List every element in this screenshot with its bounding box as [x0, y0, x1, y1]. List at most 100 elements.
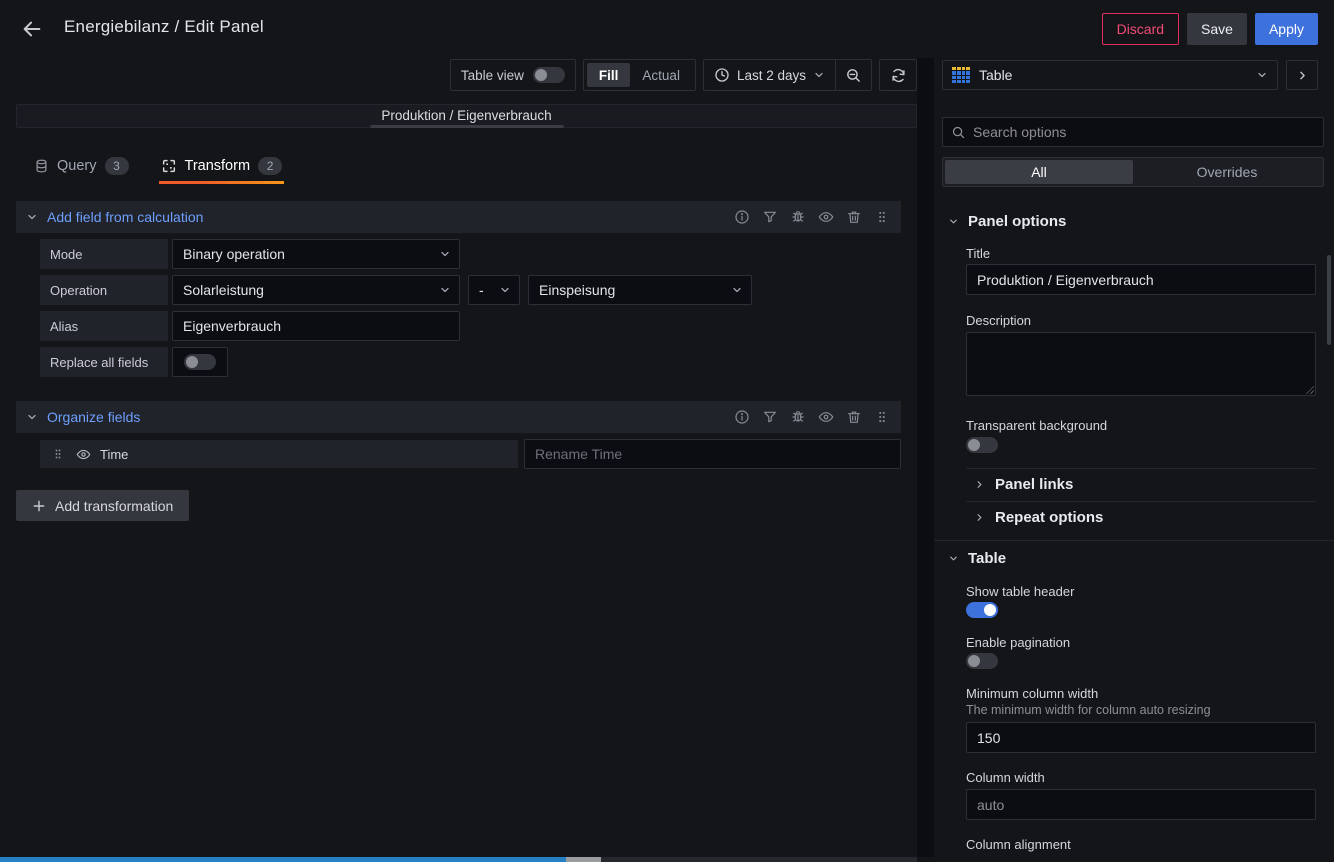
zoom-out-time-button[interactable] — [835, 60, 871, 90]
search-options-input[interactable] — [973, 124, 1315, 140]
table-view-toggle[interactable] — [533, 67, 565, 83]
transform-section-calc: Add field from calculation — [16, 201, 901, 233]
mode-label: Mode — [40, 239, 168, 269]
refresh-button[interactable] — [879, 59, 917, 91]
panel-preview[interactable]: Produktion / Eigenverbrauch — [16, 104, 917, 128]
add-transformation-button[interactable]: Add transformation — [16, 490, 189, 521]
top-bar: Energiebilanz / Edit Panel Discard Save … — [0, 0, 1334, 58]
repeat-options-section[interactable]: Repeat options — [974, 509, 1103, 526]
filter-overrides-tab[interactable]: Overrides — [1133, 160, 1321, 184]
apply-button[interactable]: Apply — [1255, 13, 1318, 45]
clock-icon — [714, 67, 730, 83]
transform-section-organize: Organize fields — [16, 401, 901, 433]
show-table-header-toggle[interactable] — [966, 602, 998, 618]
mode-select[interactable]: Binary operation — [172, 239, 460, 269]
alias-input[interactable] — [172, 311, 460, 341]
drag-handle-icon[interactable] — [874, 209, 890, 225]
save-button[interactable]: Save — [1187, 13, 1247, 45]
tab-transform-label: Transform — [185, 158, 251, 174]
trash-icon[interactable] — [846, 209, 862, 225]
visualization-name: Table — [979, 67, 1247, 83]
time-range-group: Last 2 days — [703, 59, 872, 91]
transparent-background-label: Transparent background — [966, 418, 1107, 433]
header-actions: Discard Save Apply — [1102, 13, 1318, 45]
drag-handle-icon[interactable] — [874, 409, 890, 425]
column-width-label: Column width — [966, 770, 1045, 785]
chevron-right-icon — [974, 479, 985, 490]
filter-icon[interactable] — [762, 209, 778, 225]
plus-icon — [32, 499, 46, 513]
chevron-down-icon[interactable] — [26, 411, 38, 423]
drag-handle-icon[interactable] — [50, 446, 66, 462]
time-range-picker[interactable]: Last 2 days — [704, 60, 835, 90]
chevron-right-icon — [1296, 69, 1309, 82]
bottom-resize-bar[interactable] — [0, 857, 566, 862]
options-filter-segmented: All Overrides — [942, 157, 1324, 187]
chevron-down-icon — [813, 69, 825, 81]
replace-all-fields-label: Replace all fields — [40, 347, 168, 377]
table-view-toggle-group: Table view — [450, 59, 576, 91]
collapse-options-pane-button[interactable] — [1286, 60, 1318, 90]
operator-select[interactable]: - — [468, 275, 520, 305]
filter-icon[interactable] — [762, 409, 778, 425]
chevron-down-icon — [731, 284, 743, 296]
info-icon[interactable] — [734, 409, 750, 425]
enable-pagination-label: Enable pagination — [966, 635, 1070, 650]
bug-debug-icon[interactable] — [790, 409, 806, 425]
panel-options-section-header[interactable]: Panel options — [948, 213, 1066, 230]
tab-transform-count-badge: 2 — [258, 157, 282, 175]
trash-icon[interactable] — [846, 409, 862, 425]
rename-field-input[interactable] — [524, 439, 901, 469]
panel-links-section[interactable]: Panel links — [974, 476, 1073, 493]
bottom-scrollbar-thumb[interactable] — [566, 857, 601, 862]
replace-all-fields-toggle-box — [172, 347, 228, 377]
replace-all-fields-toggle[interactable] — [184, 354, 216, 370]
transform-calc-title[interactable]: Add field from calculation — [47, 209, 734, 225]
grafana-edit-panel-screen: Energiebilanz / Edit Panel Discard Save … — [0, 0, 1334, 862]
transparent-background-toggle[interactable] — [966, 437, 998, 453]
tab-transform[interactable]: Transform 2 — [159, 148, 285, 184]
description-label: Description — [966, 313, 1031, 328]
arrow-left-icon — [21, 18, 43, 40]
column-alignment-label: Column alignment — [966, 837, 1071, 852]
tab-query-label: Query — [57, 158, 97, 174]
fill-option[interactable]: Fill — [587, 63, 631, 87]
transform-organize-actions — [734, 409, 890, 425]
tab-query[interactable]: Query 3 — [32, 148, 131, 184]
min-column-width-input[interactable] — [966, 722, 1316, 753]
filter-all-tab[interactable]: All — [945, 160, 1133, 184]
bug-debug-icon[interactable] — [790, 209, 806, 225]
column-width-input[interactable] — [966, 789, 1316, 820]
info-icon[interactable] — [734, 209, 750, 225]
visualization-select[interactable]: Table — [942, 60, 1278, 90]
pane-divider[interactable] — [917, 58, 934, 857]
chevron-down-icon[interactable] — [26, 211, 38, 223]
operation-label: Operation — [40, 275, 168, 305]
eye-preview-icon[interactable] — [818, 409, 834, 425]
back-button[interactable] — [18, 15, 46, 43]
chevron-down-icon — [499, 284, 511, 296]
editor-tabs: Query 3 Transform 2 — [0, 148, 917, 184]
page-title: Energiebilanz / Edit Panel — [64, 17, 264, 37]
transform-icon — [161, 158, 177, 174]
field-name: Time — [100, 447, 128, 462]
sidebar-scrollbar[interactable] — [1327, 255, 1331, 345]
field-row-time: Time — [40, 440, 518, 468]
refresh-icon — [890, 67, 907, 84]
panel-description-textarea[interactable] — [966, 332, 1316, 396]
bottom-scrollbar-track[interactable] — [601, 857, 917, 862]
operand-right-select[interactable]: Einspeisung — [528, 275, 752, 305]
discard-button[interactable]: Discard — [1102, 13, 1179, 45]
tab-query-count-badge: 3 — [105, 157, 129, 175]
panel-title-input[interactable] — [966, 264, 1316, 295]
section-divider — [934, 540, 1334, 541]
actual-option[interactable]: Actual — [630, 63, 692, 87]
eye-preview-icon[interactable] — [818, 209, 834, 225]
eye-visibility-icon[interactable] — [75, 446, 91, 462]
chevron-down-icon — [439, 284, 451, 296]
transform-organize-title[interactable]: Organize fields — [47, 409, 734, 425]
enable-pagination-toggle[interactable] — [966, 653, 998, 669]
operand-left-select[interactable]: Solarleistung — [172, 275, 460, 305]
table-section-header[interactable]: Table — [948, 550, 1006, 567]
table-view-label: Table view — [461, 68, 524, 83]
